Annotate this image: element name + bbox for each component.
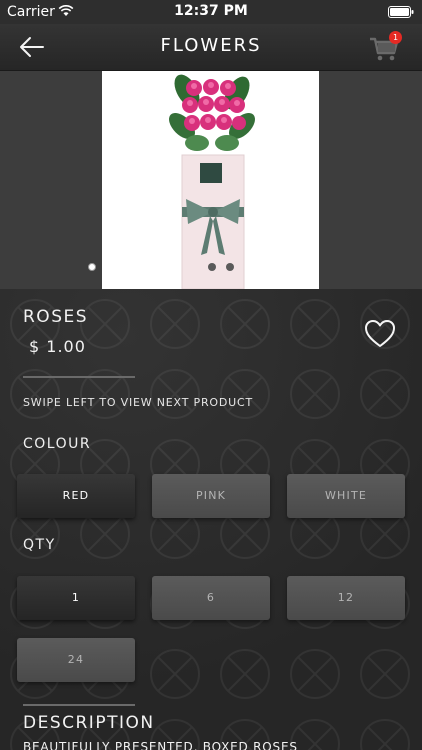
description-title: DESCRIPTION — [23, 713, 155, 733]
colour-option-pink[interactable]: PINK — [152, 474, 270, 518]
boxed-roses-illustration — [169, 74, 255, 290]
page-title: FLOWERS — [160, 35, 262, 56]
cart-count-badge: 1 — [389, 31, 402, 44]
colour-option-red[interactable]: RED — [17, 474, 135, 518]
product-carousel[interactable] — [0, 71, 422, 290]
product-price: $ 1.00 — [29, 337, 86, 356]
product-name: ROSES — [23, 307, 89, 327]
product-image — [102, 71, 319, 290]
carousel-dot-1[interactable] — [88, 263, 96, 271]
qty-option-12[interactable]: 12 — [287, 576, 405, 620]
colour-label: COLOUR — [23, 436, 92, 452]
carousel-dot-2[interactable] — [208, 263, 216, 271]
qty-label: QTY — [23, 537, 56, 553]
status-bar: Carrier 12:37 PM — [0, 0, 422, 24]
swipe-hint: SWIPE LEFT TO VIEW NEXT PRODUCT — [23, 396, 253, 409]
description-text: BEAUTIFULLY PRESENTED, BOXED ROSES — [23, 740, 298, 750]
divider — [23, 376, 135, 378]
qty-option-24[interactable]: 24 — [17, 638, 135, 682]
battery-icon — [388, 6, 414, 18]
divider — [23, 704, 135, 706]
clock: 12:37 PM — [174, 3, 248, 19]
carousel-dot-3[interactable] — [226, 263, 234, 271]
heart-icon[interactable] — [364, 319, 396, 349]
qty-option-6[interactable]: 6 — [152, 576, 270, 620]
nav-bar: FLOWERS 1 — [0, 24, 422, 71]
qty-option-1[interactable]: 1 — [17, 576, 135, 620]
colour-option-white[interactable]: WHITE — [287, 474, 405, 518]
product-details: ROSES $ 1.00 SWIPE LEFT TO VIEW NEXT PRO… — [0, 289, 422, 750]
